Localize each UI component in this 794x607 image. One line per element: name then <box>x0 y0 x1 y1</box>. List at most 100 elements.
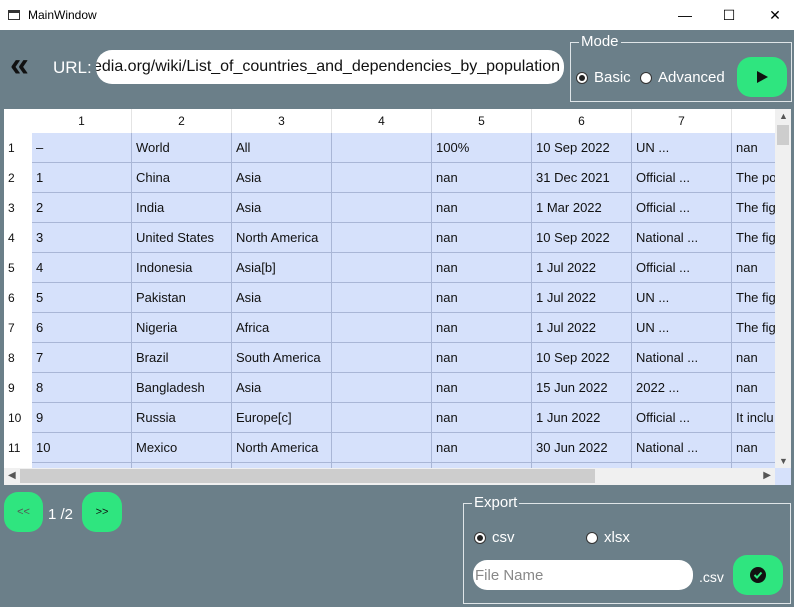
row-header[interactable]: 10 <box>4 403 32 433</box>
row-header[interactable]: 1 <box>4 133 32 163</box>
table-cell[interactable]: China <box>132 163 232 193</box>
table-cell[interactable] <box>332 193 432 223</box>
table-cell[interactable] <box>332 403 432 433</box>
column-header[interactable]: 7 <box>632 109 732 133</box>
table-cell[interactable]: nan <box>432 433 532 463</box>
row-header[interactable]: 5 <box>4 253 32 283</box>
table-cell[interactable]: Asia[b] <box>232 253 332 283</box>
table-cell[interactable]: Mexico <box>132 433 232 463</box>
table-cell[interactable]: 1 Mar 2022 <box>532 193 632 223</box>
table-cell[interactable]: 1 Jun 2022 <box>532 403 632 433</box>
table-cell[interactable]: United States <box>132 223 232 253</box>
run-button[interactable] <box>737 57 787 97</box>
table-cell[interactable] <box>332 433 432 463</box>
table-cell[interactable]: 100% <box>432 133 532 163</box>
row-header[interactable]: 7 <box>4 313 32 343</box>
table-cell[interactable]: National ... <box>632 433 732 463</box>
column-header[interactable]: 3 <box>232 109 332 133</box>
table-cell[interactable]: 30 Jun 2022 <box>532 433 632 463</box>
table-cell[interactable]: Bangladesh <box>132 373 232 403</box>
table-cell[interactable]: 3 <box>32 223 132 253</box>
table-cell[interactable]: 9 <box>32 403 132 433</box>
column-header[interactable]: 6 <box>532 109 632 133</box>
table-cell[interactable]: 8 <box>32 373 132 403</box>
mode-basic-radio[interactable]: Basic <box>576 69 631 86</box>
table-cell[interactable]: Russia <box>132 403 232 433</box>
table-cell[interactable]: nan <box>432 253 532 283</box>
table-cell[interactable]: 10 Sep 2022 <box>532 223 632 253</box>
scroll-left-icon[interactable]: ◀ <box>8 470 16 481</box>
table-cell[interactable] <box>332 313 432 343</box>
table-cell[interactable]: Brazil <box>132 343 232 373</box>
table-cell[interactable]: 6 <box>32 313 132 343</box>
table-cell[interactable]: nan <box>432 343 532 373</box>
scroll-up-icon[interactable]: ▲ <box>779 111 788 121</box>
table-cell[interactable]: North America <box>232 433 332 463</box>
next-page-button[interactable]: >> <box>82 492 122 532</box>
table-cell[interactable]: National ... <box>632 343 732 373</box>
table-cell[interactable]: 5 <box>32 283 132 313</box>
table-cell[interactable]: Indonesia <box>132 253 232 283</box>
table-cell[interactable] <box>332 133 432 163</box>
vertical-scroll-thumb[interactable] <box>777 125 789 145</box>
row-header[interactable]: 6 <box>4 283 32 313</box>
table-cell[interactable]: 10 <box>32 433 132 463</box>
row-header[interactable]: 9 <box>4 373 32 403</box>
row-header[interactable]: 8 <box>4 343 32 373</box>
table-cell[interactable]: 1 Jul 2022 <box>532 253 632 283</box>
minimize-button[interactable]: — <box>662 0 708 30</box>
table-cell[interactable] <box>332 163 432 193</box>
table-cell[interactable]: 1 Jul 2022 <box>532 313 632 343</box>
export-confirm-button[interactable] <box>733 555 783 595</box>
table-cell[interactable]: All <box>232 133 332 163</box>
table-cell[interactable]: 31 Dec 2021 <box>532 163 632 193</box>
table-cell[interactable]: Official ... <box>632 193 732 223</box>
scroll-right-icon[interactable]: ▶ <box>763 470 771 481</box>
mode-advanced-radio[interactable]: Advanced <box>640 69 725 86</box>
scroll-down-icon[interactable]: ▼ <box>779 456 788 466</box>
table-cell[interactable]: Asia <box>232 283 332 313</box>
row-header[interactable]: 3 <box>4 193 32 223</box>
table-cell[interactable] <box>332 373 432 403</box>
table-cell[interactable]: 2022 ... <box>632 373 732 403</box>
table-cell[interactable]: nan <box>432 283 532 313</box>
row-header[interactable]: 11 <box>4 433 32 463</box>
maximize-button[interactable]: ☐ <box>706 0 752 30</box>
file-name-input[interactable] <box>473 560 693 590</box>
column-header[interactable]: 2 <box>132 109 232 133</box>
table-cell[interactable]: Asia <box>232 373 332 403</box>
table-cell[interactable]: 1 <box>32 163 132 193</box>
table-cell[interactable]: 10 Sep 2022 <box>532 133 632 163</box>
table-cell[interactable]: nan <box>432 403 532 433</box>
horizontal-scroll-thumb[interactable] <box>20 469 595 483</box>
table-cell[interactable] <box>332 283 432 313</box>
table-cell[interactable]: Nigeria <box>132 313 232 343</box>
table-cell[interactable]: Asia <box>232 163 332 193</box>
table-cell[interactable]: Official ... <box>632 403 732 433</box>
row-header[interactable]: 4 <box>4 223 32 253</box>
table-cell[interactable]: 1 Jul 2022 <box>532 283 632 313</box>
table-cell[interactable]: Africa <box>232 313 332 343</box>
table-cell[interactable]: Pakistan <box>132 283 232 313</box>
column-header[interactable]: 1 <box>32 109 132 133</box>
table-cell[interactable]: 2 <box>32 193 132 223</box>
table-cell[interactable]: nan <box>432 163 532 193</box>
horizontal-scrollbar[interactable]: ◀ ▶ <box>4 468 775 485</box>
table-cell[interactable]: South America <box>232 343 332 373</box>
table-cell[interactable]: nan <box>432 313 532 343</box>
vertical-scrollbar[interactable]: ▲ ▼ <box>775 109 791 468</box>
table-cell[interactable]: World <box>132 133 232 163</box>
table-cell[interactable]: 15 Jun 2022 <box>532 373 632 403</box>
export-csv-radio[interactable]: csv <box>474 529 515 546</box>
url-input[interactable]: https://en.wikipedia.org/wiki/List_of_co… <box>96 50 564 84</box>
table-cell[interactable] <box>332 223 432 253</box>
table-cell[interactable]: Asia <box>232 193 332 223</box>
table-cell[interactable] <box>332 253 432 283</box>
column-header[interactable]: 5 <box>432 109 532 133</box>
table-cell[interactable] <box>332 343 432 373</box>
table-cell[interactable]: Official ... <box>632 253 732 283</box>
row-header[interactable]: 2 <box>4 163 32 193</box>
table-cell[interactable]: Official ... <box>632 163 732 193</box>
table-cell[interactable]: 7 <box>32 343 132 373</box>
prev-page-button[interactable]: << <box>4 492 43 532</box>
